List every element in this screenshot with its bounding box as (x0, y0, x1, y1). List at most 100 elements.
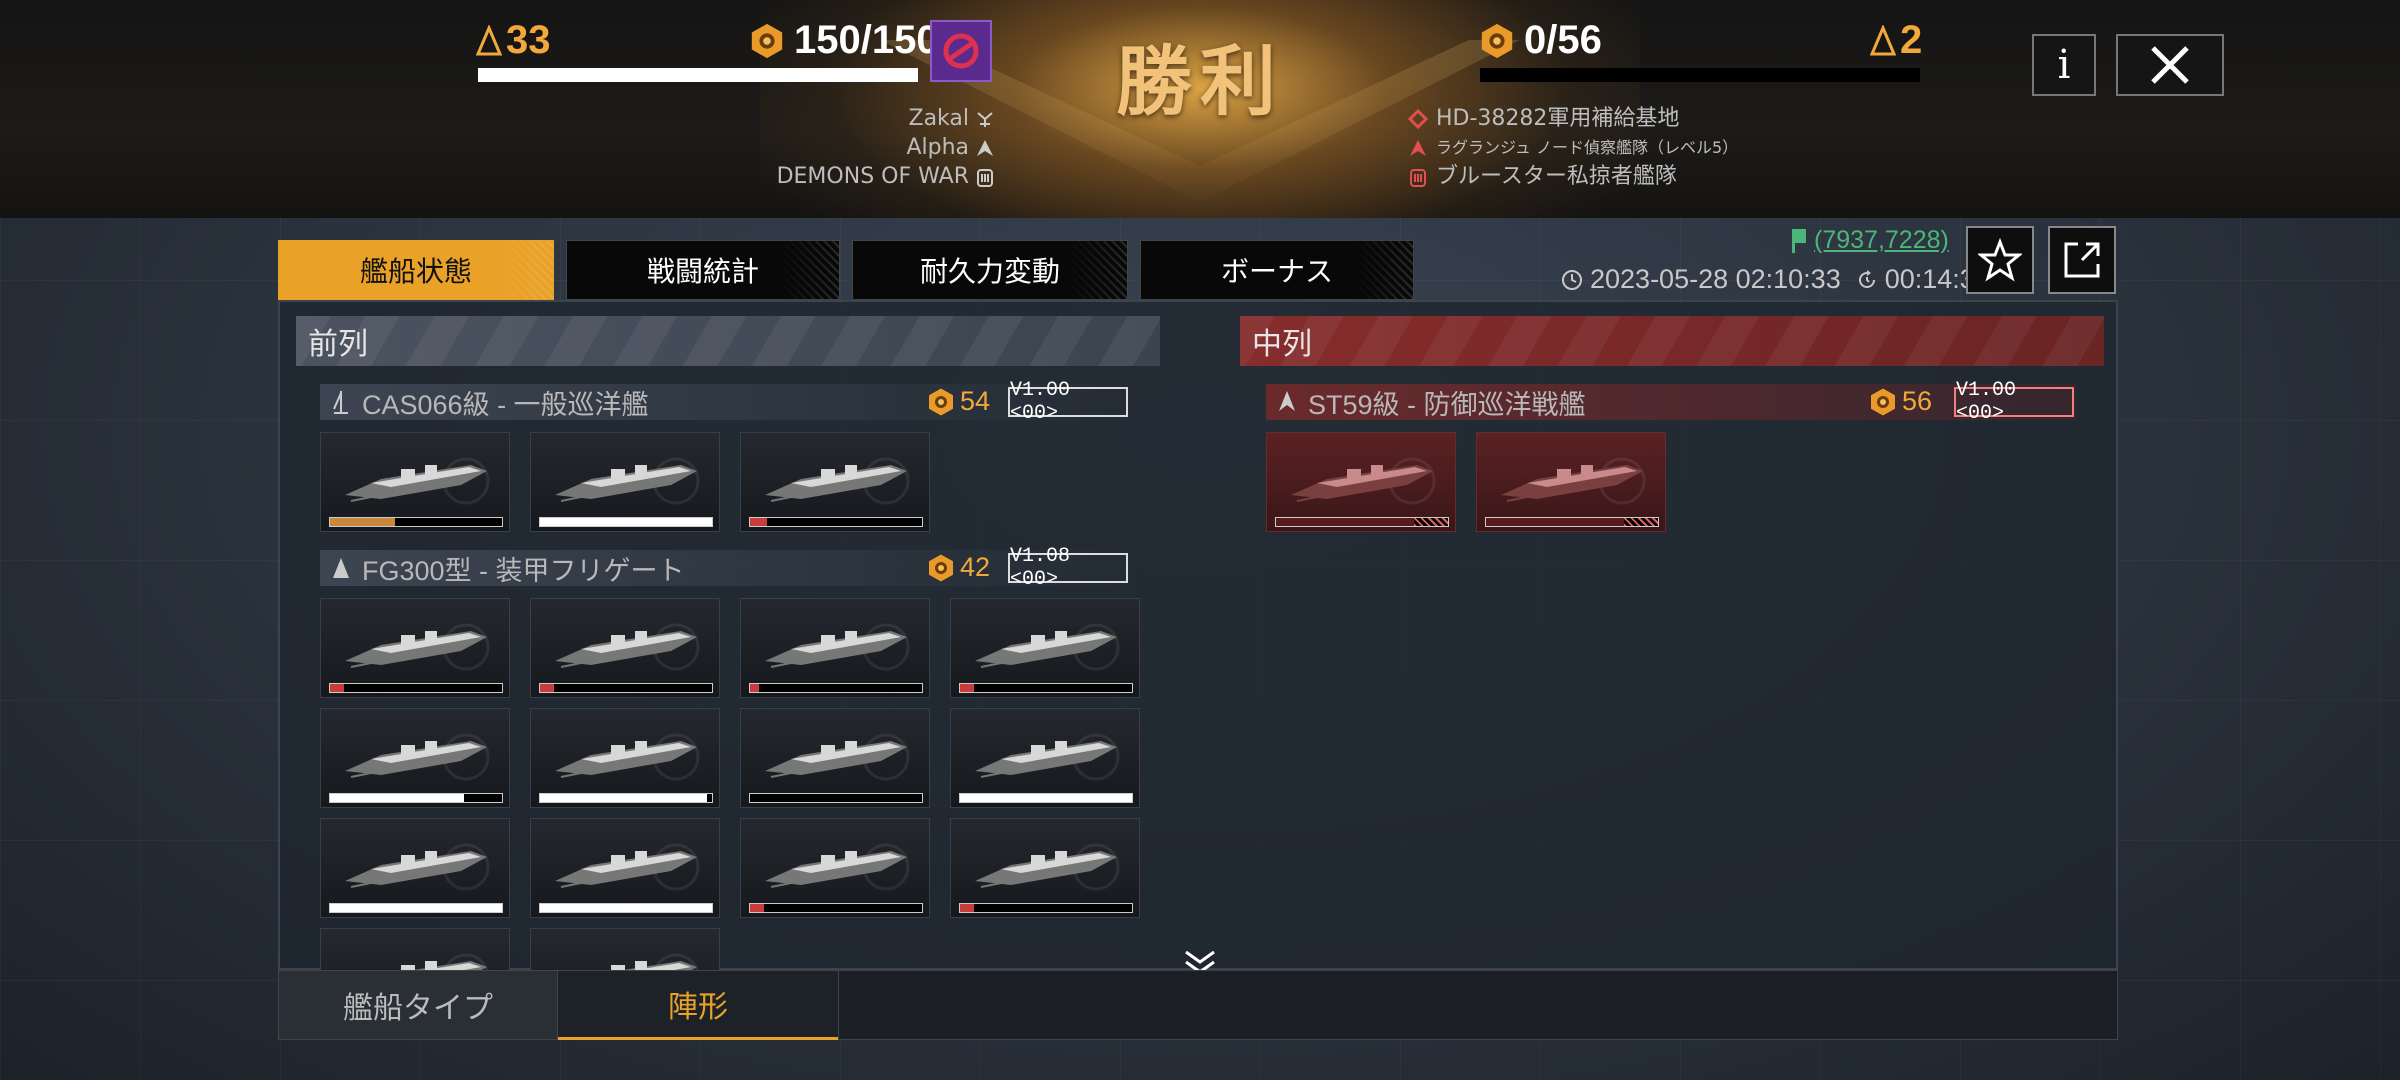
enemy-faction: ブルースター私掠者艦隊 (1408, 162, 1738, 191)
info-icon: i (2057, 42, 2071, 88)
ship-card[interactable] (320, 432, 510, 532)
tab-bonus[interactable]: ボーナス (1140, 240, 1414, 300)
tab-ship-status-label: 艦船状態 (359, 256, 472, 287)
base-diamond-icon (1408, 108, 1428, 129)
tab-battle-stats[interactable]: 戦闘統計 (566, 240, 840, 300)
share-icon (2064, 242, 2100, 278)
bottom-bar (838, 970, 2118, 1040)
ship-model-icon (345, 623, 490, 671)
ship-hp-bar (539, 517, 713, 527)
ship-hp-bar (959, 683, 1133, 693)
ship-hp-fill (750, 518, 768, 526)
ship-card[interactable] (1476, 432, 1666, 532)
ship-version-label: V1.00 <00> (1010, 379, 1071, 425)
ship-model-icon (975, 733, 1120, 781)
ship-hp-fill (960, 684, 974, 692)
ship-card[interactable] (530, 708, 720, 808)
ship-version-badge: V1.08 <00> (1008, 545, 1128, 591)
coordinates-link[interactable]: (7937,7228) (1814, 226, 1949, 255)
ship-class-cost: 42 (926, 552, 990, 583)
tab-formation[interactable]: 陣形 (558, 970, 838, 1040)
player-fleet: Alpha (777, 133, 995, 162)
ship-class-name: ST59級 - 防御巡洋戦艦 (1308, 389, 1586, 420)
battle-coordinates[interactable]: (7937,7228) (1790, 226, 1949, 255)
share-button[interactable] (2048, 226, 2116, 294)
ship-model-icon (975, 623, 1120, 671)
enemy-faction-icon (1410, 168, 1426, 187)
ship-hp-fill (960, 904, 974, 912)
ship-hp-bar (539, 793, 713, 803)
ship-hp-fill (540, 684, 554, 692)
ship-hp-fill (330, 684, 344, 692)
ship-model-icon (555, 843, 700, 891)
ship-model-icon (765, 843, 910, 891)
ship-class-name: CAS066級 - 一般巡洋艦 (362, 389, 649, 420)
battlecruiser-class-icon (1279, 391, 1295, 411)
ship-card[interactable] (320, 818, 510, 918)
player-emblem-icon[interactable] (930, 20, 992, 82)
tab-durability-change[interactable]: 耐久力変動 (852, 240, 1128, 300)
ship-card[interactable] (530, 432, 720, 532)
ship-card[interactable] (740, 708, 930, 808)
enemy-base-name: HD-38282軍用補給基地 (1436, 106, 1680, 131)
tab-ship-type[interactable]: 艦船タイプ (278, 970, 558, 1040)
player-alliance: DEMONS OF WAR (777, 162, 995, 191)
command-point-icon (1871, 388, 1895, 415)
ship-hp-bar (539, 903, 713, 913)
ship-hp-fill (750, 904, 764, 912)
ship-card[interactable] (740, 432, 930, 532)
ship-card[interactable] (950, 708, 1140, 808)
enemy-score-value: 0/56 (1524, 18, 1602, 62)
tab-hatch (493, 241, 553, 299)
tab-hatch (1067, 241, 1127, 299)
ship-model-icon (975, 843, 1120, 891)
ship-card[interactable] (320, 598, 510, 698)
ship-model-icon (345, 733, 490, 781)
ship-model-icon (345, 457, 490, 505)
favorite-button[interactable] (1966, 226, 2034, 294)
ship-model-icon (765, 457, 910, 505)
enemy-base: HD-38282軍用補給基地 (1408, 104, 1738, 133)
tab-formation-label: 陣形 (668, 991, 728, 1024)
ship-card[interactable] (950, 598, 1140, 698)
tab-hatch (779, 241, 839, 299)
tab-bonus-label: ボーナス (1220, 256, 1333, 287)
player-rank: 33 (476, 18, 551, 63)
clock-icon (1562, 269, 1582, 290)
player-score-value: 150/150 (794, 18, 939, 62)
tab-ship-type-label: 艦船タイプ (343, 992, 493, 1025)
ship-hp-bar (329, 517, 503, 527)
ship-version-badge: V1.00 <00> (1008, 379, 1128, 425)
ship-model-icon (555, 623, 700, 671)
player-rank-value: 33 (506, 18, 551, 62)
commander-icon (977, 111, 993, 127)
ship-card[interactable] (950, 818, 1140, 918)
command-point-icon (1481, 23, 1513, 58)
ship-card[interactable] (740, 598, 930, 698)
ship-model-icon (765, 733, 910, 781)
ship-card[interactable] (1266, 432, 1456, 532)
ship-class-cost: 54 (926, 386, 990, 417)
ship-card[interactable] (320, 708, 510, 808)
player-score-bar-fill (478, 68, 918, 82)
frigate-class-icon (333, 558, 349, 578)
ship-damage-hatch (1623, 518, 1658, 526)
enemy-rank-value: 2 (1900, 18, 1923, 62)
cruiser-class-icon (333, 391, 348, 414)
ship-hp-fill (1276, 518, 1414, 526)
ship-class-cost-value: 42 (960, 552, 991, 582)
ship-damage-hatch (1413, 518, 1448, 526)
ship-hp-bar (1275, 517, 1449, 527)
ship-hp-bar (959, 903, 1133, 913)
ship-model-icon (345, 843, 490, 891)
ship-hp-fill (540, 794, 707, 802)
ship-hp-fill (1486, 518, 1624, 526)
tab-ship-status[interactable]: 艦船状態 (278, 240, 554, 300)
ship-version-badge: V1.00 <00> (1954, 379, 2074, 425)
command-point-icon (751, 23, 783, 58)
close-button[interactable] (2116, 34, 2224, 96)
ship-card[interactable] (530, 818, 720, 918)
ship-card[interactable] (740, 818, 930, 918)
info-button[interactable]: i (2032, 34, 2096, 96)
ship-card[interactable] (530, 598, 720, 698)
